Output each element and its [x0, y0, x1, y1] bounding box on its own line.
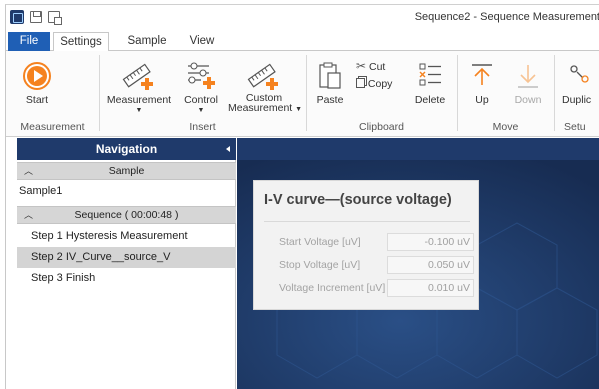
control-button[interactable]: Control ▼: [176, 55, 226, 115]
duplicate-icon: [570, 65, 589, 83]
chevron-up-icon[interactable]: ︿: [24, 163, 33, 179]
voltage-increment-row: Voltage Increment [uV]: [264, 279, 474, 297]
title-bar: Sequence2 - Sequence Measurement: [6, 5, 599, 31]
start-label: Start: [25, 94, 49, 106]
move-down-button[interactable]: Down: [508, 55, 548, 115]
dropdown-caret-icon: ▼: [295, 106, 303, 113]
tab-sample[interactable]: Sample: [123, 32, 171, 52]
tab-file[interactable]: File: [8, 32, 50, 51]
sequence-step-1[interactable]: Step 1 Hysteresis Measurement: [17, 226, 236, 247]
dropdown-caret-icon: ▼: [197, 107, 205, 114]
control-add-icon: [188, 62, 215, 89]
group-separator: [554, 55, 555, 131]
custom-label-line2: Measurement ▼: [228, 102, 303, 115]
tab-view[interactable]: View: [184, 32, 220, 52]
copy-icon: [356, 78, 365, 88]
sample-item[interactable]: Sample1: [17, 181, 236, 202]
app-window: Sequence2 - Sequence Measurement File Se…: [5, 4, 599, 389]
app-logo-icon: [10, 10, 24, 24]
cut-label: Cut: [368, 61, 386, 73]
delete-list-icon: [419, 63, 441, 86]
sample-group-label: Sample: [108, 165, 145, 177]
delete-label: Delete: [414, 94, 446, 106]
arrow-up-icon: [472, 64, 492, 85]
ruler-add-icon: [122, 63, 153, 90]
divider: [264, 221, 470, 222]
arrow-down-icon: [518, 65, 538, 88]
group-separator: [306, 55, 307, 131]
paste-label: Paste: [316, 94, 344, 106]
save-icon[interactable]: [30, 11, 42, 23]
group-label-clipboard: Clipboard: [359, 121, 404, 133]
cut-button[interactable]: ✂ Cut: [356, 59, 385, 73]
measurement-label: Measurement: [106, 94, 172, 106]
down-label: Down: [514, 94, 542, 106]
start-voltage-label: Start Voltage [uV]: [279, 236, 361, 248]
navigation-header: Navigation: [17, 138, 236, 160]
collapse-left-icon[interactable]: [226, 146, 230, 152]
ribbon-tab-strip: File Settings Sample View: [6, 31, 599, 52]
group-separator: [99, 55, 100, 131]
ribbon: Start Measurement ▼ Control ▼ Custom Mea…: [6, 51, 599, 137]
group-label-insert: Insert: [189, 121, 216, 133]
start-button[interactable]: Start: [12, 55, 62, 115]
sample-group-header[interactable]: ︿ Sample: [17, 162, 236, 180]
window-title: Sequence2 - Sequence Measurement: [414, 11, 599, 23]
group-label-move: Move: [492, 121, 519, 133]
sequence-group-label: Sequence ( 00:00:48 ): [74, 209, 179, 221]
sequence-group-header[interactable]: ︿ Sequence ( 00:00:48 ): [17, 206, 236, 224]
dropdown-caret-icon: ▼: [135, 107, 143, 114]
voltage-increment-label: Voltage Increment [uV]: [279, 282, 386, 294]
paste-icon: [319, 62, 341, 89]
duplicate-label: Duplic: [562, 94, 592, 106]
custom-label-text: Measurement: [228, 102, 293, 114]
voltage-increment-field[interactable]: [387, 279, 474, 297]
move-up-button[interactable]: Up: [464, 55, 500, 115]
duplicate-button[interactable]: Duplic: [560, 55, 599, 115]
sequence-step-3[interactable]: Step 3 Finish: [17, 268, 236, 289]
control-label: Control: [184, 94, 218, 106]
stop-voltage-label: Stop Voltage [uV]: [279, 259, 361, 271]
main-content-area: I-V curve—(source voltage) Start Voltage…: [237, 138, 599, 389]
stop-voltage-field[interactable]: [387, 256, 474, 274]
card-title: I-V curve—(source voltage): [264, 192, 452, 208]
navigation-title: Navigation: [95, 142, 158, 156]
iv-curve-card: I-V curve—(source voltage) Start Voltage…: [253, 180, 479, 310]
group-label-measurement: Measurement: [20, 121, 85, 133]
start-voltage-field[interactable]: [387, 233, 474, 251]
start-voltage-row: Start Voltage [uV]: [264, 233, 474, 251]
measurement-button[interactable]: Measurement ▼: [104, 55, 174, 115]
delete-button[interactable]: Delete: [410, 55, 450, 115]
start-icon: [23, 62, 51, 90]
group-separator: [457, 55, 458, 131]
custom-measurement-button[interactable]: Custom Measurement ▼: [228, 55, 303, 115]
tab-settings[interactable]: Settings: [53, 32, 109, 52]
scissors-icon: ✂: [356, 59, 367, 73]
chevron-up-icon[interactable]: ︿: [24, 207, 33, 223]
copy-button[interactable]: Copy: [356, 77, 392, 91]
main-header-bar: [237, 138, 599, 160]
copy-label: Copy: [367, 78, 393, 90]
group-label-setup: Setu: [564, 121, 586, 133]
custom-ruler-add-icon: [247, 63, 278, 90]
stop-voltage-row: Stop Voltage [uV]: [264, 256, 474, 274]
paste-button[interactable]: Paste: [310, 55, 350, 115]
save-as-icon[interactable]: [48, 11, 62, 25]
up-label: Up: [475, 94, 489, 106]
navigation-panel: Navigation ︿ Sample Sample1 ︿ Sequence (…: [17, 138, 236, 389]
sequence-step-2[interactable]: Step 2 IV_Curve__source_V: [17, 247, 236, 268]
